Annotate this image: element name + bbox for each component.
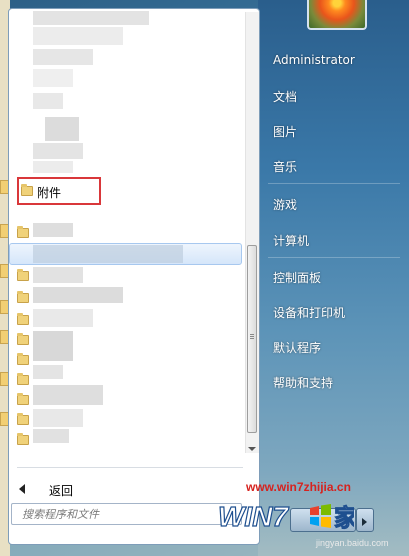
watermark-url: www.win7zhijia.cn	[246, 480, 351, 494]
watermark-logo: WIN7 家	[217, 500, 354, 532]
right-item-music[interactable]: 音乐	[273, 158, 297, 175]
right-item-computer[interactable]: 计算机	[273, 232, 309, 249]
blurred-entry	[33, 143, 83, 159]
folder-icon	[17, 269, 29, 281]
right-item-pictures[interactable]: 图片	[273, 123, 297, 140]
blurred-entry	[33, 365, 63, 379]
accessories-label: 附件	[37, 186, 62, 200]
blurred-entry	[33, 49, 93, 65]
watermark-logo-suffix: 家	[334, 504, 354, 532]
blurred-entry	[33, 223, 73, 237]
blurred-entry	[33, 309, 93, 327]
watermark-subtext: jingyan.baidu.com	[316, 538, 389, 548]
right-item-games[interactable]: 游戏	[273, 196, 297, 213]
right-pane-divider	[268, 183, 400, 184]
windows-flag-icon	[310, 504, 331, 528]
scroll-down-arrow-icon[interactable]	[248, 447, 256, 451]
blurred-entry	[33, 385, 103, 405]
program-list-scrollbar[interactable]	[245, 12, 259, 453]
user-picture[interactable]	[307, 0, 367, 30]
folder-icon	[17, 353, 29, 365]
blurred-entry	[33, 287, 123, 303]
blurred-entry	[33, 69, 73, 87]
folder-icon	[17, 226, 29, 238]
blurred-entry	[33, 11, 149, 25]
back-label: 返回	[49, 484, 74, 498]
blurred-entry	[33, 161, 73, 173]
right-item-devices-printers[interactable]: 设备和打印机	[273, 304, 345, 321]
triangle-left-icon	[19, 484, 25, 494]
blurred-entry	[33, 27, 123, 45]
folder-icon	[17, 333, 29, 345]
folder-icon	[17, 433, 29, 445]
right-item-documents[interactable]: 文档	[273, 88, 297, 105]
scrollbar-thumb[interactable]	[247, 245, 257, 433]
watermark-logo-text: WIN7	[218, 501, 289, 532]
search-input[interactable]	[11, 503, 242, 525]
all-programs-list: 附件	[9, 9, 245, 457]
start-menu-left-pane: 附件 返回	[8, 8, 260, 545]
blurred-entry	[33, 409, 83, 427]
folder-icon	[17, 393, 29, 405]
right-item-user[interactable]: Administrator	[273, 53, 355, 67]
divider	[17, 467, 243, 468]
right-item-default-programs[interactable]: 默认程序	[273, 339, 321, 356]
blurred-entry	[33, 267, 83, 283]
blurred-entry	[33, 331, 73, 361]
folder-icon	[17, 413, 29, 425]
shutdown-options-button[interactable]	[356, 508, 374, 532]
blurred-entry	[45, 117, 79, 141]
back-button[interactable]: 返回	[9, 479, 245, 501]
program-folder-accessories[interactable]: 附件	[17, 177, 101, 205]
blurred-entry	[33, 93, 63, 109]
folder-icon	[17, 291, 29, 303]
right-item-help-support[interactable]: 帮助和支持	[273, 374, 333, 391]
folder-icon	[17, 313, 29, 325]
blurred-entry	[33, 245, 183, 263]
folder-icon	[21, 184, 33, 196]
folder-icon	[17, 373, 29, 385]
right-pane-divider	[268, 257, 400, 258]
blurred-entry	[33, 429, 69, 443]
right-item-control-panel[interactable]: 控制面板	[273, 269, 321, 286]
